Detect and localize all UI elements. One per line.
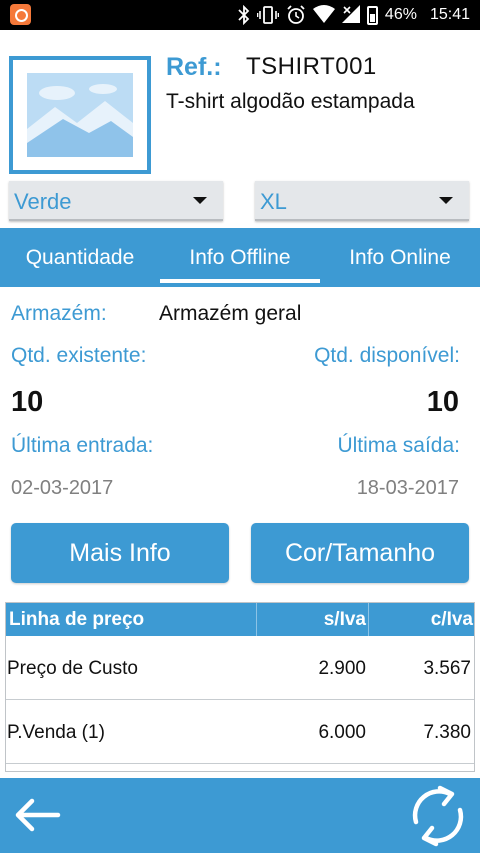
- refresh-icon: [412, 785, 464, 847]
- last-exit-label: Última saída:: [337, 434, 460, 457]
- warehouse-label: Armazém:: [11, 302, 107, 325]
- ref-value: TSHIRT001: [246, 53, 377, 80]
- status-bar: 46% 15:41: [0, 0, 480, 30]
- column-divider: [256, 603, 257, 636]
- price-table: Linha de preço s/Iva c/Iva Preço de Cust…: [5, 602, 475, 772]
- tab-quantidade[interactable]: Quantidade: [0, 228, 160, 287]
- header-price-line: Linha de preço: [9, 609, 145, 630]
- qty-existing-value: 10: [11, 386, 44, 418]
- image-placeholder-icon: [27, 73, 133, 157]
- size-dropdown-value: XL: [260, 189, 287, 214]
- header-with-vat: c/Iva: [430, 609, 473, 630]
- qty-available-label: Qtd. disponível:: [314, 344, 460, 367]
- qty-available-value: 10: [426, 386, 459, 418]
- back-arrow-icon: [15, 798, 61, 832]
- tab-bar: Quantidade Info Offline Info Online: [0, 228, 480, 287]
- price-with-vat: 7.380: [423, 722, 471, 743]
- chevron-down-icon: [193, 197, 207, 204]
- battery-percent: 46%: [384, 6, 417, 23]
- bottom-bar: [0, 778, 480, 853]
- price-without-vat: 2.900: [318, 658, 366, 679]
- vibrate-icon: [256, 5, 280, 25]
- last-exit-date: 18-03-2017: [356, 477, 459, 499]
- back-button[interactable]: [12, 792, 62, 838]
- active-tab-indicator: [160, 279, 320, 283]
- alarm-icon: [286, 5, 306, 25]
- last-entry-label: Última entrada:: [11, 434, 154, 457]
- column-divider: [368, 603, 369, 636]
- qty-existing-label: Qtd. existente:: [11, 344, 147, 367]
- clock-time: 15:41: [429, 6, 470, 23]
- app-screen: 46% 15:41 Ref.: TSHIRT001 T-shirt algodã…: [0, 0, 480, 853]
- bluetooth-icon: [238, 4, 250, 26]
- wifi-icon: [312, 5, 335, 25]
- table-row[interactable]: P.Venda (1) 6.000 7.380: [6, 701, 474, 764]
- color-size-button[interactable]: Cor/Tamanho: [251, 523, 469, 583]
- product-image[interactable]: [9, 56, 151, 174]
- color-dropdown-value: Verde: [14, 189, 72, 214]
- price-line-name: P.Venda (1): [7, 722, 105, 743]
- warehouse-value: Armazém geral: [159, 302, 302, 325]
- table-row[interactable]: Preço de Custo 2.900 3.567: [6, 637, 474, 700]
- last-entry-date: 02-03-2017: [11, 477, 114, 499]
- header-without-vat: s/Iva: [323, 609, 366, 630]
- price-with-vat: 3.567: [423, 658, 471, 679]
- price-without-vat: 6.000: [318, 722, 366, 743]
- ref-label: Ref.:: [166, 53, 222, 81]
- price-line-name: Preço de Custo: [7, 658, 138, 679]
- refresh-button[interactable]: [406, 782, 470, 850]
- app-notification-icon: [10, 4, 31, 25]
- more-info-button[interactable]: Mais Info: [11, 523, 229, 583]
- size-dropdown[interactable]: XL: [255, 181, 469, 221]
- price-table-header: Linha de preço s/Iva c/Iva: [6, 603, 474, 636]
- product-name: T-shirt algodão estampada: [166, 90, 415, 113]
- signal-icon: [341, 5, 360, 25]
- chevron-down-icon: [439, 197, 453, 204]
- status-icons: 46% 15:41: [238, 0, 470, 30]
- tab-info-online[interactable]: Info Online: [320, 228, 480, 287]
- battery-icon: [366, 5, 378, 25]
- color-dropdown[interactable]: Verde: [9, 181, 223, 221]
